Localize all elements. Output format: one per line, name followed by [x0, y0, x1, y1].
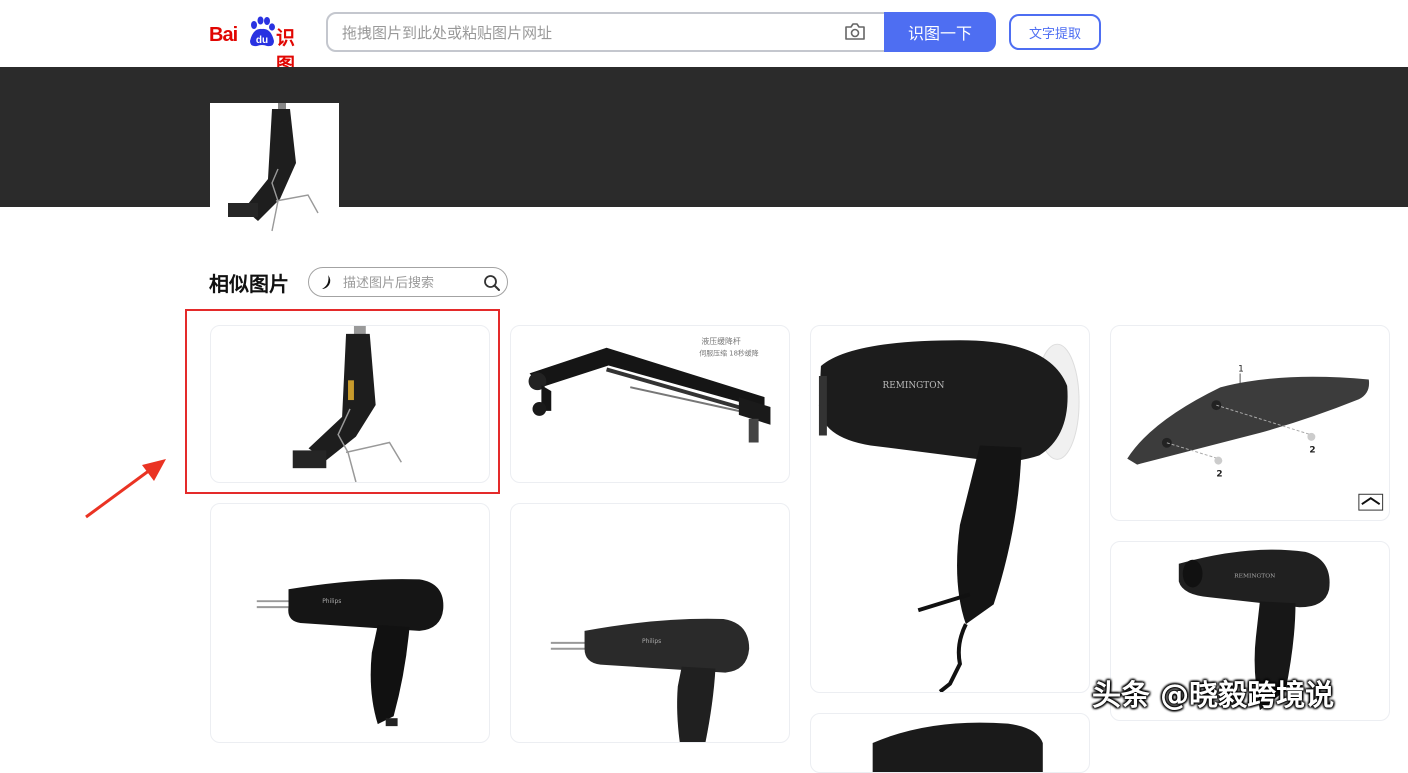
thumbnail-icon [322, 275, 331, 289]
search-button[interactable]: 识图一下 [884, 12, 996, 52]
svg-text:2: 2 [1216, 469, 1222, 479]
top-bar: Bai du 识图 识图一下 文字提取 [0, 0, 1408, 76]
toutiao-watermark: 头条 @晓毅跨境说 [1092, 678, 1335, 712]
similar-images-title: 相似图片 [209, 272, 289, 296]
result-card-part-diagram[interactable]: 1 2 2 [1110, 325, 1390, 521]
camera-icon[interactable] [844, 22, 866, 42]
result-card-philips-dryer-2[interactable]: Philips [510, 503, 790, 743]
result-card-hydraulic-rod[interactable]: 液压缓降杆 伺服压缩 18秒缓降 [510, 325, 790, 483]
image-url-input[interactable] [342, 22, 832, 44]
svg-text:2: 2 [1309, 446, 1315, 456]
baidu-shitu-logo[interactable]: Bai du 识图 [209, 15, 309, 76]
pointer-arrow [85, 459, 166, 519]
text-extract-button[interactable]: 文字提取 [1009, 14, 1101, 50]
query-image-thumbnail[interactable] [210, 103, 339, 232]
svg-text:伺服压缩 18秒缓降: 伺服压缩 18秒缓降 [699, 349, 758, 358]
result-card-philips-dryer[interactable]: Philips [210, 503, 490, 743]
svg-text:Philips: Philips [642, 638, 661, 645]
logo-du-text: du [256, 35, 268, 46]
svg-text:1: 1 [1238, 365, 1244, 375]
search-icon[interactable] [483, 274, 501, 292]
svg-text:Philips: Philips [322, 598, 341, 605]
highlight-box [185, 309, 500, 494]
svg-text:REMINGTON: REMINGTON [882, 381, 944, 391]
logo-bai-text: Bai [209, 24, 238, 46]
result-card-remington-dryer-2[interactable] [810, 713, 1090, 773]
describe-search-box[interactable] [308, 267, 508, 297]
svg-text:REMINGTON: REMINGTON [1234, 573, 1275, 580]
describe-search-input[interactable] [343, 274, 481, 292]
paw-icon: du [250, 16, 275, 47]
result-card-remington-dryer[interactable]: REMINGTON [810, 325, 1090, 693]
svg-text:液压缓降杆: 液压缓降杆 [701, 336, 740, 346]
